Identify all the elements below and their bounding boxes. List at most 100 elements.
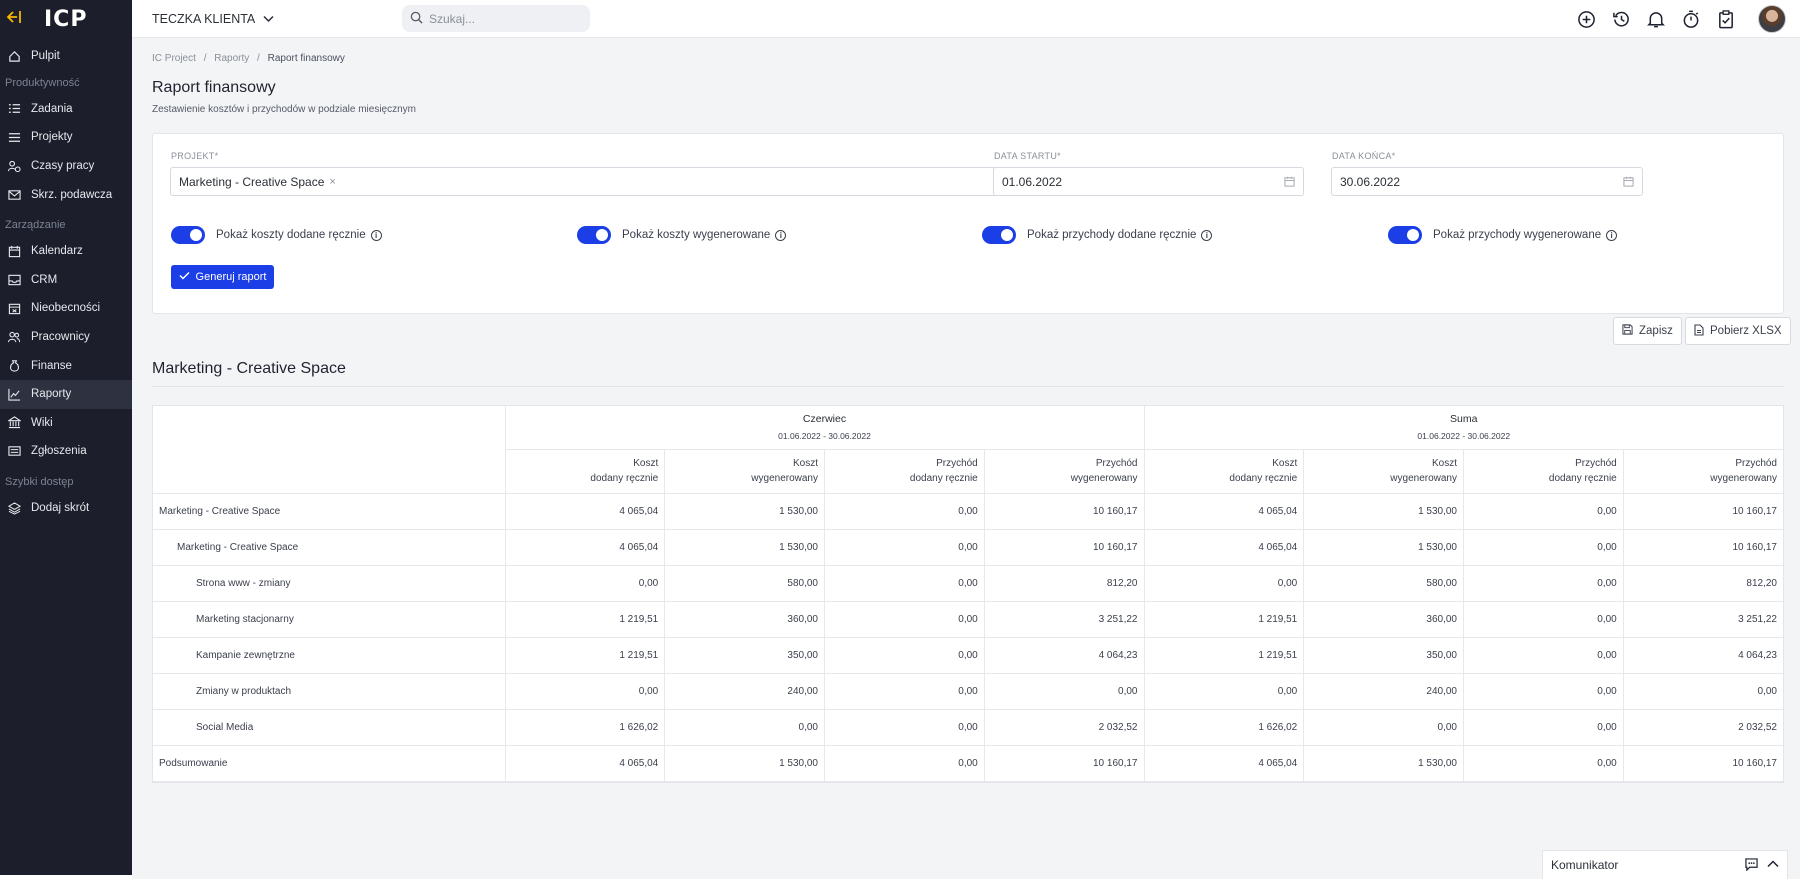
row-name-cell: Marketing - Creative Space — [153, 493, 506, 530]
value-cell: 1 530,00 — [1303, 493, 1464, 530]
sidebar-item-label: Raporty — [31, 388, 72, 401]
value-cell: 0,00 — [824, 637, 985, 674]
value-cell: 3 251,22 — [984, 601, 1145, 638]
page-title: Raport finansowy — [152, 79, 276, 96]
user-avatar[interactable] — [1758, 5, 1786, 33]
history-icon[interactable] — [1610, 8, 1632, 30]
column-header-line: Przychód — [1735, 458, 1777, 469]
table-row: Social Media 1 626,02 0,00 0,00 2 032,52 1 62… — [153, 709, 1783, 746]
value-cell: 360,00 — [1303, 601, 1464, 638]
komunikator-panel[interactable]: Komunikator — [1542, 850, 1788, 879]
topbar: TECZKA KLIENTA — [132, 0, 1800, 38]
toggle-koszty-wygenerowane[interactable] — [577, 226, 611, 244]
column-header: Koszt wygenerowany — [1303, 449, 1464, 494]
info-icon[interactable]: i — [775, 229, 787, 241]
breadcrumb-separator: / — [203, 53, 207, 64]
value-cell: 3 251,22 — [1623, 601, 1783, 638]
save-button[interactable]: Zapisz — [1613, 317, 1682, 345]
value-cell: 4 065,04 — [1144, 493, 1305, 530]
value-cell: 0,00 — [824, 709, 985, 746]
value-cell: 1 530,00 — [664, 745, 825, 782]
value-cell: 0,00 — [505, 673, 666, 710]
breadcrumb-link-home[interactable]: IC Project — [152, 53, 196, 64]
toggle-przychody-reczne[interactable] — [982, 226, 1016, 244]
bell-icon[interactable] — [1645, 8, 1667, 30]
calendar-icon — [1284, 176, 1295, 187]
value-cell: 812,20 — [1623, 565, 1783, 602]
project-tag: Marketing - Creative Space × — [179, 175, 336, 189]
generate-report-button[interactable]: Generuj raport — [171, 265, 274, 289]
value-cell: 10 160,17 — [1623, 745, 1783, 782]
breadcrumb-current: Raport finansowy — [267, 53, 345, 64]
table-row: Kampanie zewnętrzne 1 219,51 350,00 0,00 4 0… — [153, 637, 1783, 674]
komunikator-label: Komunikator — [1551, 858, 1619, 872]
toggle-przychody-wygenerowane[interactable] — [1388, 226, 1422, 244]
column-header-line: wygenerowany — [1390, 473, 1457, 484]
sidebar-item-pracownicy[interactable]: Pracownicy — [0, 323, 132, 352]
clipboard-check-icon[interactable] — [1715, 8, 1737, 30]
sidebar-item-raporty[interactable]: Raporty — [0, 379, 132, 409]
value-cell: 4 065,04 — [1144, 529, 1305, 566]
chevron-up-icon[interactable] — [1767, 858, 1779, 874]
value-cell: 0,00 — [984, 673, 1145, 710]
sidebar-item-label: Zgłoszenia — [31, 445, 87, 458]
value-cell: 0,00 — [1144, 673, 1305, 710]
sidebar-item-label: CRM — [31, 273, 58, 286]
back-arrow-icon[interactable] — [6, 10, 22, 29]
client-selector[interactable]: TECZKA KLIENTA — [152, 12, 274, 26]
value-cell: 1 530,00 — [664, 529, 825, 566]
sidebar-item-nieobecnosci[interactable]: Nieobecności — [0, 294, 132, 323]
value-cell: 4 064,23 — [1623, 637, 1783, 674]
table-row: Marketing - Creative Space 4 065,04 1 530,… — [153, 529, 1783, 566]
end-date-label: DATA KOŃCA* — [1332, 151, 1396, 161]
required-mark: * — [1391, 151, 1396, 161]
value-cell: 10 160,17 — [1623, 493, 1783, 530]
value-cell: 350,00 — [1303, 637, 1464, 674]
toggle-koszty-reczne[interactable] — [171, 226, 205, 244]
sidebar-item-projekty[interactable]: Projekty — [0, 123, 132, 152]
chat-icon[interactable] — [1744, 858, 1759, 874]
column-header: Koszt wygenerowany — [664, 449, 825, 494]
sidebar-item-czasy-pracy[interactable]: Czasy pracy — [0, 152, 132, 181]
column-header: Przychód dodany ręcznie — [824, 449, 985, 494]
filter-card: PROJEKT* Marketing - Creative Space × DA… — [152, 133, 1784, 314]
remove-tag-icon[interactable]: × — [329, 176, 335, 188]
value-cell: 1 219,51 — [505, 637, 666, 674]
sidebar-item-crm[interactable]: CRM — [0, 266, 132, 295]
end-date-field[interactable]: 30.06.2022 — [1331, 167, 1643, 196]
project-label: PROJEKT* — [171, 151, 218, 161]
value-cell: 10 160,17 — [984, 529, 1145, 566]
info-icon[interactable]: i — [370, 229, 382, 241]
sidebar-item-dodaj-skrot[interactable]: Dodaj skrót — [0, 494, 132, 523]
column-header-line: Przychód — [936, 458, 978, 469]
sidebar-item-wiki[interactable]: Wiki — [0, 409, 132, 438]
sidebar-item-zadania[interactable]: Zadania — [0, 95, 132, 124]
breadcrumb-link-raporty[interactable]: Raporty — [214, 53, 249, 64]
sidebar-item-label: Skrz. podawcza — [31, 188, 113, 201]
stopwatch-icon[interactable] — [1680, 8, 1702, 30]
sidebar-item-skrz-podawcza[interactable]: Skrz. podawcza — [0, 180, 132, 209]
app-logo[interactable]: ICP — [44, 7, 87, 32]
sidebar-item-pulpit[interactable]: Pulpit — [0, 42, 132, 71]
chevron-down-icon — [263, 12, 274, 26]
info-icon[interactable]: i — [1606, 229, 1618, 241]
sidebar-item-label: Dodaj skrót — [31, 502, 90, 515]
sidebar-item-label: Zadania — [31, 102, 73, 115]
table-row: Marketing - Creative Space 4 065,04 1 530,… — [153, 493, 1783, 530]
sidebar-item-kalendarz[interactable]: Kalendarz — [0, 237, 132, 266]
sidebar-item-finanse[interactable]: Finanse — [0, 351, 132, 380]
value-cell: 1 530,00 — [1303, 745, 1464, 782]
topbar-actions — [1575, 0, 1786, 38]
project-tag-label: Marketing - Creative Space — [179, 174, 325, 189]
search-input[interactable] — [429, 11, 579, 26]
value-cell: 0,00 — [824, 745, 985, 782]
search-icon — [410, 11, 423, 27]
column-header-line: dodany ręcznie — [590, 473, 659, 484]
start-date-field[interactable]: 01.06.2022 — [993, 167, 1304, 196]
sidebar-item-label: Finanse — [31, 359, 72, 372]
plus-circle-icon[interactable] — [1575, 8, 1597, 30]
download-xlsx-button[interactable]: Pobierz XLSX — [1685, 317, 1791, 345]
info-icon[interactable]: i — [1201, 229, 1213, 241]
project-select[interactable]: Marketing - Creative Space × — [170, 167, 1090, 196]
sidebar-item-zgloszenia[interactable]: Zgłoszenia — [0, 437, 132, 466]
